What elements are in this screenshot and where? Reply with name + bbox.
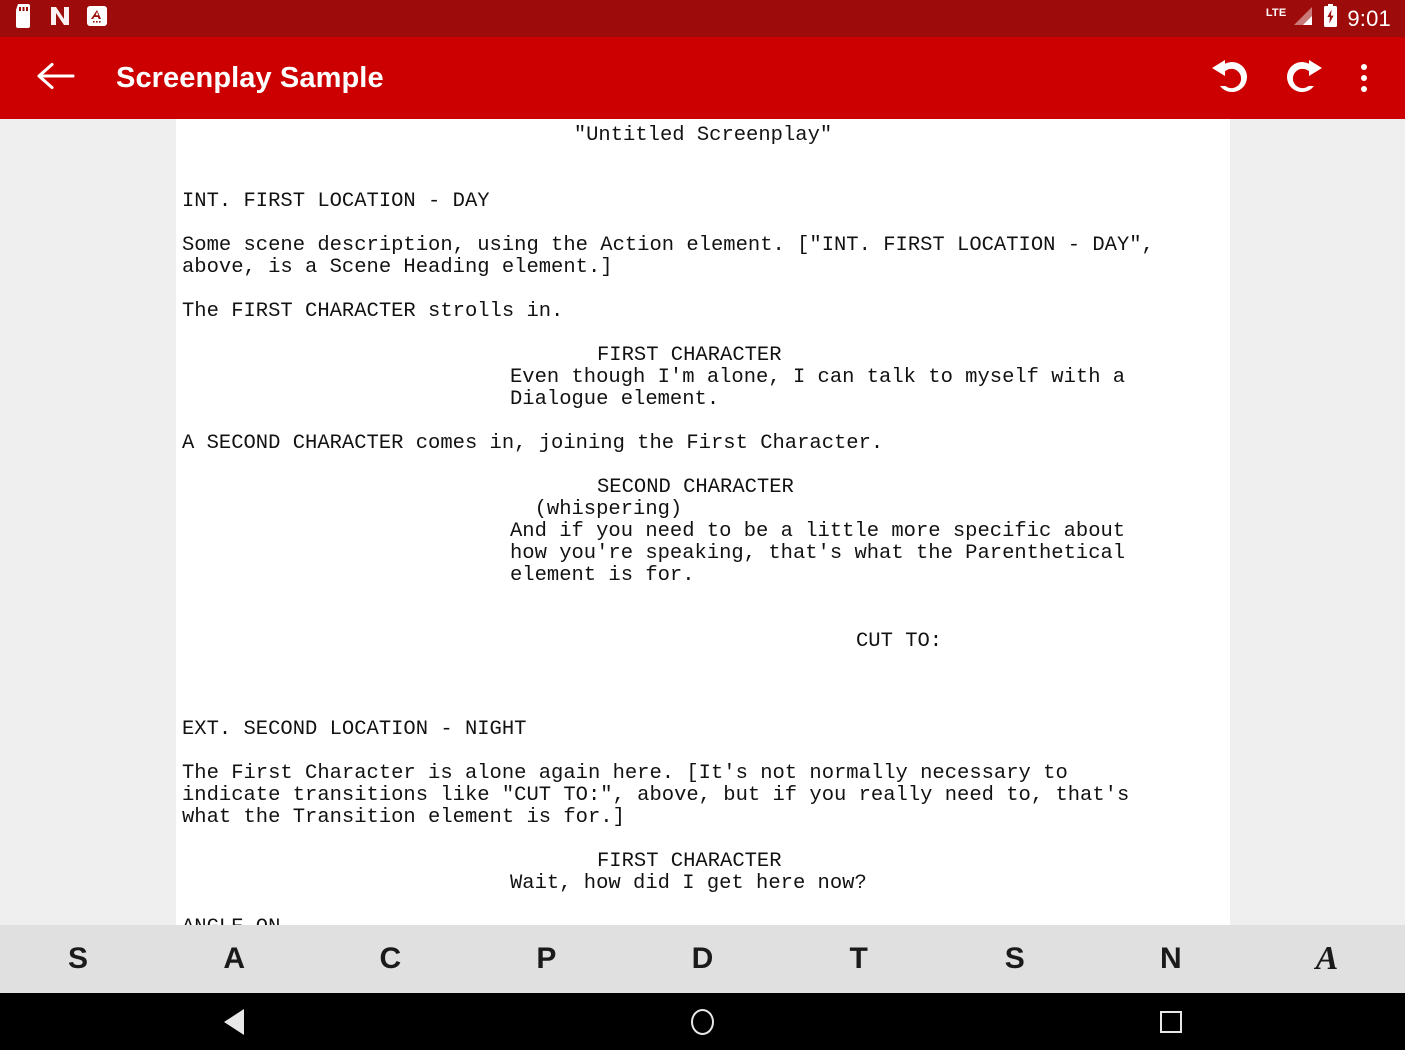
script-line-action[interactable]: The FIRST CHARACTER strolls in. bbox=[176, 301, 1230, 323]
status-system-icons: LTE 9:01 bbox=[1266, 4, 1391, 33]
element-scene-heading[interactable]: S bbox=[0, 925, 156, 993]
script-blank-line bbox=[176, 675, 1230, 697]
element-format[interactable]: A bbox=[1249, 925, 1405, 993]
more-vertical-icon bbox=[1361, 64, 1367, 70]
app-bar: Screenplay Sample bbox=[0, 37, 1405, 119]
redo-button[interactable] bbox=[1271, 47, 1333, 109]
script-blank-line bbox=[176, 895, 1230, 917]
script-line-dialogue[interactable]: element is for. bbox=[176, 565, 1230, 587]
app-bar-actions bbox=[1201, 47, 1387, 109]
script-blank-line bbox=[176, 741, 1230, 763]
script-blank-line bbox=[176, 169, 1230, 191]
script-line-scene-heading[interactable]: EXT. SECOND LOCATION - NIGHT bbox=[176, 719, 1230, 741]
script-line-action[interactable]: above, is a Scene Heading element.] bbox=[176, 257, 1230, 279]
status-clock: 9:01 bbox=[1347, 5, 1391, 31]
script-line-action[interactable]: Some scene description, using the Action… bbox=[176, 235, 1230, 257]
script-line-scene-heading[interactable]: ANGLE ON bbox=[176, 917, 1230, 926]
script-line-action[interactable]: what the Transition element is for.] bbox=[176, 807, 1230, 829]
app-notification-icon bbox=[86, 5, 108, 32]
script-line-action[interactable]: indicate transitions like "CUT TO:", abo… bbox=[176, 785, 1230, 807]
status-notification-icons bbox=[14, 4, 108, 33]
element-toolbar: SACPDTSNA bbox=[0, 925, 1405, 993]
undo-icon bbox=[1209, 54, 1255, 103]
network-type-label: LTE bbox=[1265, 7, 1287, 19]
script-blank-line bbox=[176, 697, 1230, 719]
script-line-scene-heading[interactable]: INT. FIRST LOCATION - DAY bbox=[176, 191, 1230, 213]
nav-back-icon bbox=[224, 1008, 245, 1035]
editor-canvas[interactable]: "Untitled Screenplay" INT. FIRST LOCATIO… bbox=[0, 119, 1405, 925]
script-line-title[interactable]: "Untitled Screenplay" bbox=[176, 125, 1230, 147]
battery-charging-icon bbox=[1323, 4, 1338, 33]
script-blank-line bbox=[176, 279, 1230, 301]
script-line-transition[interactable]: CUT TO: bbox=[176, 631, 1230, 653]
undo-button[interactable] bbox=[1201, 47, 1263, 109]
signal-bars-icon bbox=[1292, 5, 1314, 32]
script-line-dialogue[interactable]: Wait, how did I get here now? bbox=[176, 873, 1230, 895]
nav-home-button[interactable] bbox=[468, 1008, 936, 1035]
script-blank-line bbox=[176, 653, 1230, 675]
script-blank-line bbox=[176, 829, 1230, 851]
element-parenthetical[interactable]: P bbox=[468, 925, 624, 993]
app-root: LTE 9:01 Screenplay Sample "Untitled Scr… bbox=[0, 0, 1405, 1050]
nav-recents-button[interactable] bbox=[937, 1010, 1405, 1033]
page-title: Screenplay Sample bbox=[116, 61, 384, 94]
nova-launcher-icon bbox=[49, 5, 71, 32]
nav-recents-icon bbox=[1159, 1010, 1182, 1033]
script-line-dialogue[interactable]: how you're speaking, that's what the Par… bbox=[176, 543, 1230, 565]
script-line-dialogue[interactable]: And if you need to be a little more spec… bbox=[176, 521, 1230, 543]
element-dialogue[interactable]: D bbox=[624, 925, 780, 993]
more-vertical-icon bbox=[1361, 86, 1367, 92]
script-line-dialogue[interactable]: Dialogue element. bbox=[176, 389, 1230, 411]
element-action[interactable]: A bbox=[156, 925, 312, 993]
script-line-action[interactable]: A SECOND CHARACTER comes in, joining the… bbox=[176, 433, 1230, 455]
element-note[interactable]: N bbox=[1093, 925, 1249, 993]
script-blank-line bbox=[176, 213, 1230, 235]
android-nav-bar bbox=[0, 993, 1405, 1050]
script-line-parenthetical[interactable]: (whispering) bbox=[176, 499, 1230, 521]
arrow-back-icon bbox=[37, 60, 75, 97]
element-shot[interactable]: S bbox=[937, 925, 1093, 993]
script-line-dialogue[interactable]: Even though I'm alone, I can talk to mys… bbox=[176, 367, 1230, 389]
sd-card-icon bbox=[14, 4, 34, 33]
element-character[interactable]: C bbox=[312, 925, 468, 993]
script-line-action[interactable]: The First Character is alone again here.… bbox=[176, 763, 1230, 785]
element-transition[interactable]: T bbox=[781, 925, 937, 993]
overflow-menu-button[interactable] bbox=[1341, 47, 1387, 109]
nav-home-icon bbox=[690, 1008, 714, 1035]
script-blank-line bbox=[176, 587, 1230, 609]
redo-icon bbox=[1279, 54, 1325, 103]
back-button[interactable] bbox=[30, 52, 82, 104]
script-blank-line bbox=[176, 609, 1230, 631]
script-blank-line bbox=[176, 147, 1230, 169]
nav-back-button[interactable] bbox=[0, 1008, 468, 1035]
script-line-character[interactable]: SECOND CHARACTER bbox=[176, 477, 1230, 499]
script-page[interactable]: "Untitled Screenplay" INT. FIRST LOCATIO… bbox=[176, 119, 1230, 925]
status-bar: LTE 9:01 bbox=[0, 0, 1405, 37]
script-blank-line bbox=[176, 411, 1230, 433]
script-line-character[interactable]: FIRST CHARACTER bbox=[176, 851, 1230, 873]
script-blank-line bbox=[176, 455, 1230, 477]
script-text[interactable]: "Untitled Screenplay" INT. FIRST LOCATIO… bbox=[176, 119, 1230, 926]
script-blank-line bbox=[176, 323, 1230, 345]
script-line-character[interactable]: FIRST CHARACTER bbox=[176, 345, 1230, 367]
more-vertical-icon bbox=[1361, 75, 1367, 81]
